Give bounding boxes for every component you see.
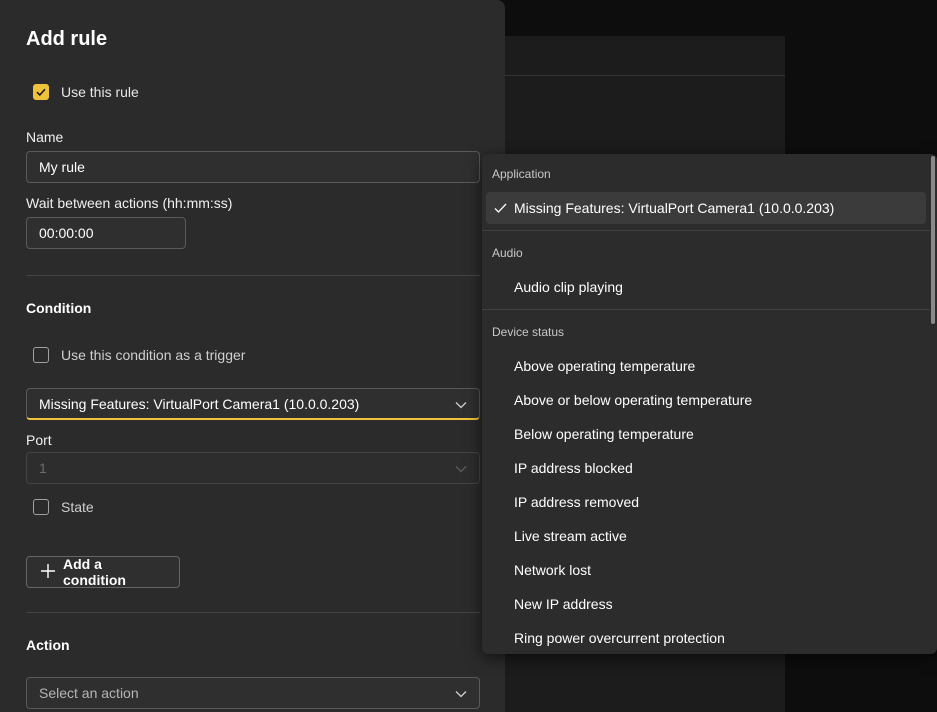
menu-item-label: Missing Features: VirtualPort Camera1 (1… — [514, 200, 835, 216]
divider — [26, 612, 480, 613]
action-heading: Action — [26, 637, 70, 653]
menu-item[interactable]: Ring power overcurrent protection — [514, 630, 725, 646]
condition-heading: Condition — [26, 300, 92, 316]
dialog-title: Add rule — [26, 28, 108, 50]
condition-dropdown-value: Missing Features: VirtualPort Camera1 (1… — [39, 395, 360, 412]
name-input[interactable]: My rule — [26, 151, 480, 183]
menu-group-header: Application — [492, 167, 551, 181]
chevron-down-icon — [455, 396, 467, 412]
menu-separator — [482, 230, 930, 231]
port-label: Port — [26, 432, 52, 448]
chevron-down-icon — [455, 460, 467, 476]
wait-label: Wait between actions (hh:mm:ss) — [26, 195, 233, 211]
background-divider — [505, 75, 785, 76]
menu-scrollbar[interactable] — [931, 156, 935, 324]
checkbox-unchecked-icon — [33, 347, 49, 363]
state-checkbox[interactable]: State — [33, 499, 94, 515]
plus-icon — [41, 563, 55, 581]
trigger-checkbox[interactable]: Use this condition as a trigger — [33, 347, 245, 363]
menu-item[interactable]: IP address removed — [514, 494, 639, 510]
wait-input-value: 00:00:00 — [39, 225, 94, 241]
checkmark-icon — [486, 203, 514, 214]
menu-group-header: Audio — [492, 246, 523, 260]
port-dropdown-value: 1 — [39, 460, 47, 476]
menu-item-selected[interactable]: Missing Features: VirtualPort Camera1 (1… — [486, 192, 926, 224]
add-rule-dialog: Add rule Use this rule Name My rule Wait… — [0, 0, 505, 712]
menu-item[interactable]: Below operating temperature — [514, 426, 694, 442]
use-rule-checkbox[interactable]: Use this rule — [33, 84, 139, 100]
name-label: Name — [26, 129, 64, 145]
wait-input[interactable]: 00:00:00 — [26, 217, 186, 249]
action-dropdown-placeholder: Select an action — [39, 685, 139, 701]
port-dropdown[interactable]: 1 — [26, 452, 480, 484]
menu-item[interactable]: Audio clip playing — [514, 279, 623, 295]
menu-item[interactable]: Live stream active — [514, 528, 627, 544]
menu-separator — [482, 309, 930, 310]
menu-item[interactable]: New IP address — [514, 596, 613, 612]
menu-item[interactable]: Network lost — [514, 562, 591, 578]
add-condition-label: Add a condition — [63, 556, 126, 588]
use-rule-label: Use this rule — [61, 84, 139, 100]
add-condition-button[interactable]: Add a condition — [26, 556, 180, 588]
menu-item[interactable]: IP address blocked — [514, 460, 633, 476]
trigger-label: Use this condition as a trigger — [61, 347, 246, 363]
divider — [26, 275, 480, 276]
state-label: State — [61, 499, 94, 515]
condition-dropdown[interactable]: Missing Features: VirtualPort Camera1 (1… — [26, 388, 480, 420]
checkbox-unchecked-icon — [33, 499, 49, 515]
menu-item[interactable]: Above operating temperature — [514, 358, 695, 374]
action-dropdown[interactable]: Select an action — [26, 677, 480, 709]
menu-group-header: Device status — [492, 325, 565, 339]
checkbox-checked-icon — [33, 84, 49, 100]
chevron-down-icon — [455, 685, 467, 701]
name-input-value: My rule — [39, 159, 85, 175]
condition-dropdown-menu: Application Missing Features: VirtualPor… — [482, 154, 937, 654]
menu-item[interactable]: Above or below operating temperature — [514, 392, 752, 408]
